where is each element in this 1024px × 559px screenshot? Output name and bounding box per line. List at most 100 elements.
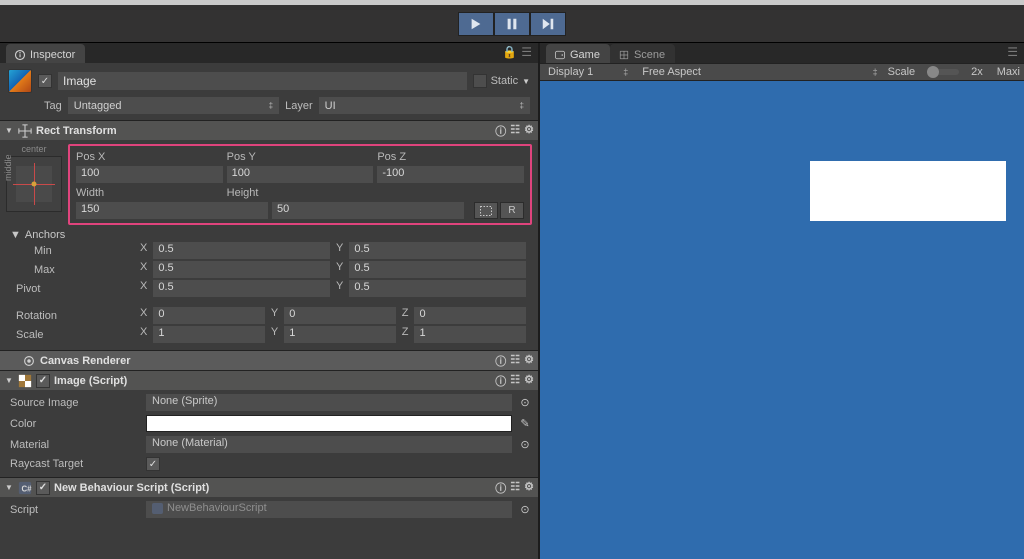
behaviour-script-title: New Behaviour Script (Script) xyxy=(54,482,209,494)
preset-icon[interactable]: ☷ xyxy=(510,353,520,369)
image-script-title: Image (Script) xyxy=(54,375,127,387)
tab-game[interactable]: Game xyxy=(546,44,610,63)
raycast-checkbox[interactable]: ✓ xyxy=(146,457,160,471)
layer-dropdown[interactable]: UI‡ xyxy=(319,97,530,114)
script-label: Script xyxy=(10,504,140,516)
play-controls xyxy=(458,12,566,36)
anchor-min-y[interactable]: 0.5 xyxy=(349,242,526,259)
pause-button[interactable] xyxy=(494,12,530,36)
script-enabled-checkbox[interactable]: ✓ xyxy=(36,481,50,495)
script-field[interactable]: NewBehaviourScript xyxy=(146,501,512,518)
rect-transform-header[interactable]: ▼ Rect Transform ⓘ ☷ ⚙ xyxy=(0,121,538,140)
anchor-max-y[interactable]: 0.5 xyxy=(349,261,526,278)
step-button[interactable] xyxy=(530,12,566,36)
posy-field[interactable]: 100 xyxy=(227,166,374,183)
help-icon[interactable]: ⓘ xyxy=(495,353,506,369)
scale-slider[interactable] xyxy=(927,69,959,75)
rendered-image-rect xyxy=(810,161,1006,221)
anchors-label: Anchors xyxy=(25,229,65,241)
game-tabrow: Game Scene ☰ xyxy=(540,43,1024,63)
preset-icon[interactable]: ☷ xyxy=(510,480,520,496)
gear-icon[interactable]: ⚙ xyxy=(524,373,534,389)
gear-icon[interactable]: ⚙ xyxy=(524,353,534,369)
canvas-renderer-header[interactable]: Canvas Renderer ⓘ☷⚙ xyxy=(0,351,538,370)
raw-edit-button[interactable]: R xyxy=(500,202,524,219)
color-swatch[interactable] xyxy=(146,415,512,432)
aspect-dropdown[interactable]: Free Aspect‡ xyxy=(638,64,881,80)
lock-icon[interactable]: 🔒 xyxy=(502,45,517,59)
rot-z[interactable]: 0 xyxy=(414,307,526,324)
gear-icon[interactable]: ⚙ xyxy=(524,123,534,139)
rotation-label: Rotation xyxy=(16,310,136,322)
anchors-foldout-icon[interactable]: ▼ xyxy=(10,229,21,241)
posy-label: Pos Y xyxy=(227,149,374,164)
color-label: Color xyxy=(10,418,140,430)
tag-label: Tag xyxy=(44,100,62,112)
play-button[interactable] xyxy=(458,12,494,36)
help-icon[interactable]: ⓘ xyxy=(495,373,506,389)
behaviour-script-header[interactable]: ▼ C# ✓ New Behaviour Script (Script) ⓘ☷⚙ xyxy=(0,478,538,497)
tag-dropdown[interactable]: Untagged‡ xyxy=(68,97,279,114)
object-name-field[interactable]: Image xyxy=(58,72,467,90)
object-picker-icon[interactable]: ⊙ xyxy=(518,396,532,409)
static-dropdown-icon[interactable]: ▼ xyxy=(522,77,530,86)
preset-icon[interactable]: ☷ xyxy=(510,123,520,139)
anchor-preset[interactable]: center middle xyxy=(6,144,62,225)
rot-y[interactable]: 0 xyxy=(284,307,396,324)
object-picker-icon[interactable]: ⊙ xyxy=(518,438,532,451)
layer-value: UI xyxy=(325,100,336,112)
raycast-label: Raycast Target xyxy=(10,458,140,470)
dock-menu-icon[interactable]: ☰ xyxy=(1007,45,1018,59)
tab-label: Game xyxy=(570,49,600,61)
image-script-header[interactable]: ▼ ✓ Image (Script) ⓘ☷⚙ xyxy=(0,371,538,390)
active-checkbox[interactable]: ✓ xyxy=(38,74,52,88)
anchor-max-label: Max xyxy=(16,264,136,276)
source-image-field[interactable]: None (Sprite) xyxy=(146,394,512,411)
object-picker-icon[interactable]: ⊙ xyxy=(518,503,532,516)
maximize-label[interactable]: Maxi xyxy=(997,66,1020,78)
rect-transform-title: Rect Transform xyxy=(36,125,117,137)
csharp-script-icon: C# xyxy=(18,481,32,495)
posx-field[interactable]: 100 xyxy=(76,166,223,183)
foldout-icon: ▼ xyxy=(4,126,14,135)
pivot-x[interactable]: 0.5 xyxy=(153,280,330,297)
gameobject-cube-icon xyxy=(8,69,32,93)
scale-x[interactable]: 1 xyxy=(153,326,265,343)
scale-label: Scale xyxy=(16,329,136,341)
height-field[interactable]: 50 xyxy=(272,202,464,219)
display-value: Display 1 xyxy=(548,66,593,78)
width-label: Width xyxy=(76,185,223,200)
game-toolbar: Display 1‡ Free Aspect‡ Scale 2x Maxi xyxy=(540,63,1024,81)
tab-inspector[interactable]: Inspector xyxy=(6,44,85,63)
help-icon[interactable]: ⓘ xyxy=(495,123,506,139)
anchor-max-x[interactable]: 0.5 xyxy=(153,261,330,278)
game-view[interactable] xyxy=(540,81,1024,559)
rot-x[interactable]: 0 xyxy=(153,307,265,324)
position-size-block: Pos X Pos Y Pos Z 100 100 -100 xyxy=(68,144,532,225)
scale-z[interactable]: 1 xyxy=(414,326,526,343)
blueprint-mode-button[interactable] xyxy=(474,202,498,219)
tab-scene[interactable]: Scene xyxy=(610,44,675,63)
material-field[interactable]: None (Material) xyxy=(146,436,512,453)
dock-menu-icon[interactable]: ☰ xyxy=(521,45,532,59)
pivot-y[interactable]: 0.5 xyxy=(349,280,526,297)
svg-text:C#: C# xyxy=(22,484,33,493)
preset-icon[interactable]: ☷ xyxy=(510,373,520,389)
posz-field[interactable]: -100 xyxy=(377,166,524,183)
width-field[interactable]: 150 xyxy=(76,202,268,219)
game-tab-icon xyxy=(554,49,566,61)
eyedropper-icon[interactable]: ✎ xyxy=(518,417,532,430)
display-dropdown[interactable]: Display 1‡ xyxy=(544,64,632,80)
gear-icon[interactable]: ⚙ xyxy=(524,480,534,496)
scale-y[interactable]: 1 xyxy=(284,326,396,343)
static-checkbox[interactable] xyxy=(473,74,487,88)
canvas-renderer-title: Canvas Renderer xyxy=(40,355,131,367)
tab-label: Inspector xyxy=(30,49,75,61)
tab-label: Scene xyxy=(634,49,665,61)
anchor-min-x[interactable]: 0.5 xyxy=(153,242,330,259)
foldout-icon: ▼ xyxy=(4,376,14,385)
image-enabled-checkbox[interactable]: ✓ xyxy=(36,374,50,388)
help-icon[interactable]: ⓘ xyxy=(495,480,506,496)
tag-value: Untagged xyxy=(74,100,122,112)
anchor-middle-label: middle xyxy=(3,154,13,181)
